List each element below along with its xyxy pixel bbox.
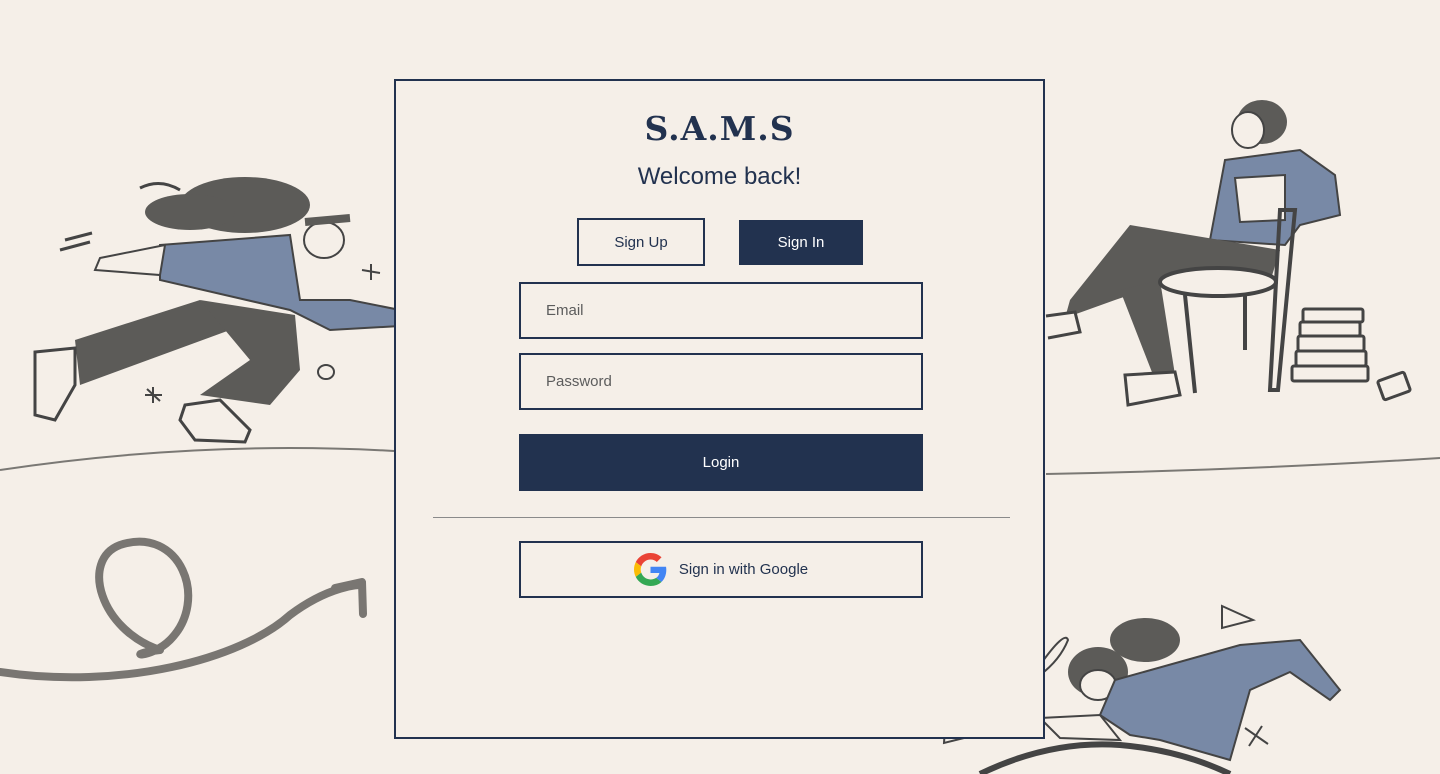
- ground-line-left: [0, 447, 395, 471]
- login-card: S.A.M.S Welcome back! Sign Up Sign In Lo…: [394, 79, 1045, 739]
- running-person-illustration: [33, 177, 434, 444]
- book-stack-icon: [1290, 307, 1370, 383]
- signup-tab-button[interactable]: Sign Up: [577, 218, 705, 266]
- google-icon: [633, 553, 667, 586]
- signin-tab-button[interactable]: Sign In: [739, 220, 863, 265]
- login-page: S.A.M.S Welcome back! Sign Up Sign In Lo…: [0, 0, 1440, 774]
- ground-line-right: [1045, 457, 1440, 475]
- brand-title: S.A.M.S: [644, 109, 795, 148]
- google-signin-label: Sign in with Google: [678, 561, 809, 578]
- login-button[interactable]: Login: [519, 434, 923, 491]
- welcome-heading: Welcome back!: [637, 163, 802, 190]
- email-input[interactable]: [519, 282, 923, 339]
- loop-arrow-icon: [0, 537, 364, 682]
- reading-person-illustration: [1045, 100, 1412, 407]
- divider: [433, 517, 1010, 518]
- password-input[interactable]: [519, 353, 923, 410]
- google-signin-button[interactable]: Sign in with Google: [519, 541, 923, 598]
